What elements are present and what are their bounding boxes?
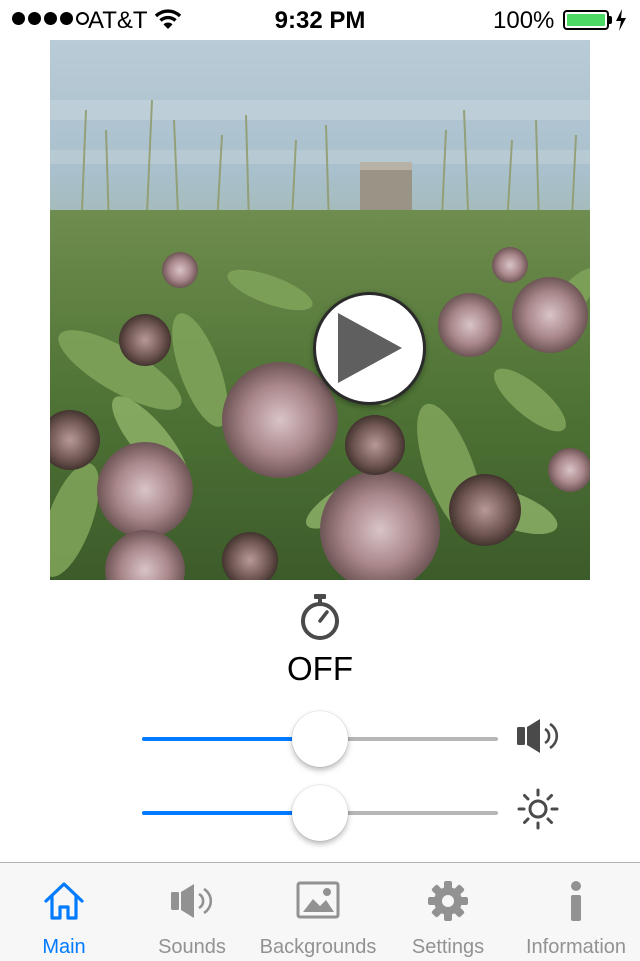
brightness-slider[interactable] (142, 783, 498, 843)
speaker-icon (517, 719, 559, 753)
gear-icon (428, 881, 468, 921)
status-bar: AT&T 9:32 PM 100% (0, 0, 640, 40)
tab-sounds[interactable]: Sounds (128, 863, 256, 961)
signal-strength-icon (12, 12, 89, 25)
battery-percentage: 100% (493, 7, 555, 34)
tab-label: Sounds (158, 936, 226, 958)
brightness-slider-thumb[interactable] (292, 785, 348, 841)
tab-label: Main (42, 936, 86, 958)
tab-label: Settings (411, 936, 485, 958)
speaker-icon (171, 884, 213, 918)
battery-nub (609, 16, 612, 24)
tab-main[interactable]: Main (0, 863, 128, 961)
milkweed-scene-image (50, 40, 590, 580)
play-button[interactable] (313, 292, 426, 405)
volume-slider[interactable] (142, 709, 498, 769)
sun-icon (517, 788, 559, 830)
stopwatch-icon[interactable] (299, 592, 341, 642)
tab-label: Information (525, 936, 627, 958)
play-icon (338, 313, 402, 383)
picture-icon (296, 881, 340, 919)
tab-label: Backgrounds (259, 936, 377, 958)
tab-bar: Main Sounds Backgrounds Settings Informa… (0, 862, 640, 961)
charging-bolt-icon (616, 9, 626, 31)
tab-information[interactable]: Information (512, 863, 640, 961)
tab-backgrounds[interactable]: Backgrounds (256, 863, 380, 961)
timer-status[interactable]: OFF (0, 650, 640, 688)
battery-icon (563, 10, 609, 30)
info-icon (571, 881, 581, 921)
wifi-icon (154, 9, 182, 29)
background-photo (50, 40, 590, 580)
carrier-name: AT&T (88, 7, 148, 34)
tab-settings[interactable]: Settings (384, 863, 512, 961)
volume-slider-thumb[interactable] (292, 711, 348, 767)
home-icon (44, 882, 84, 920)
